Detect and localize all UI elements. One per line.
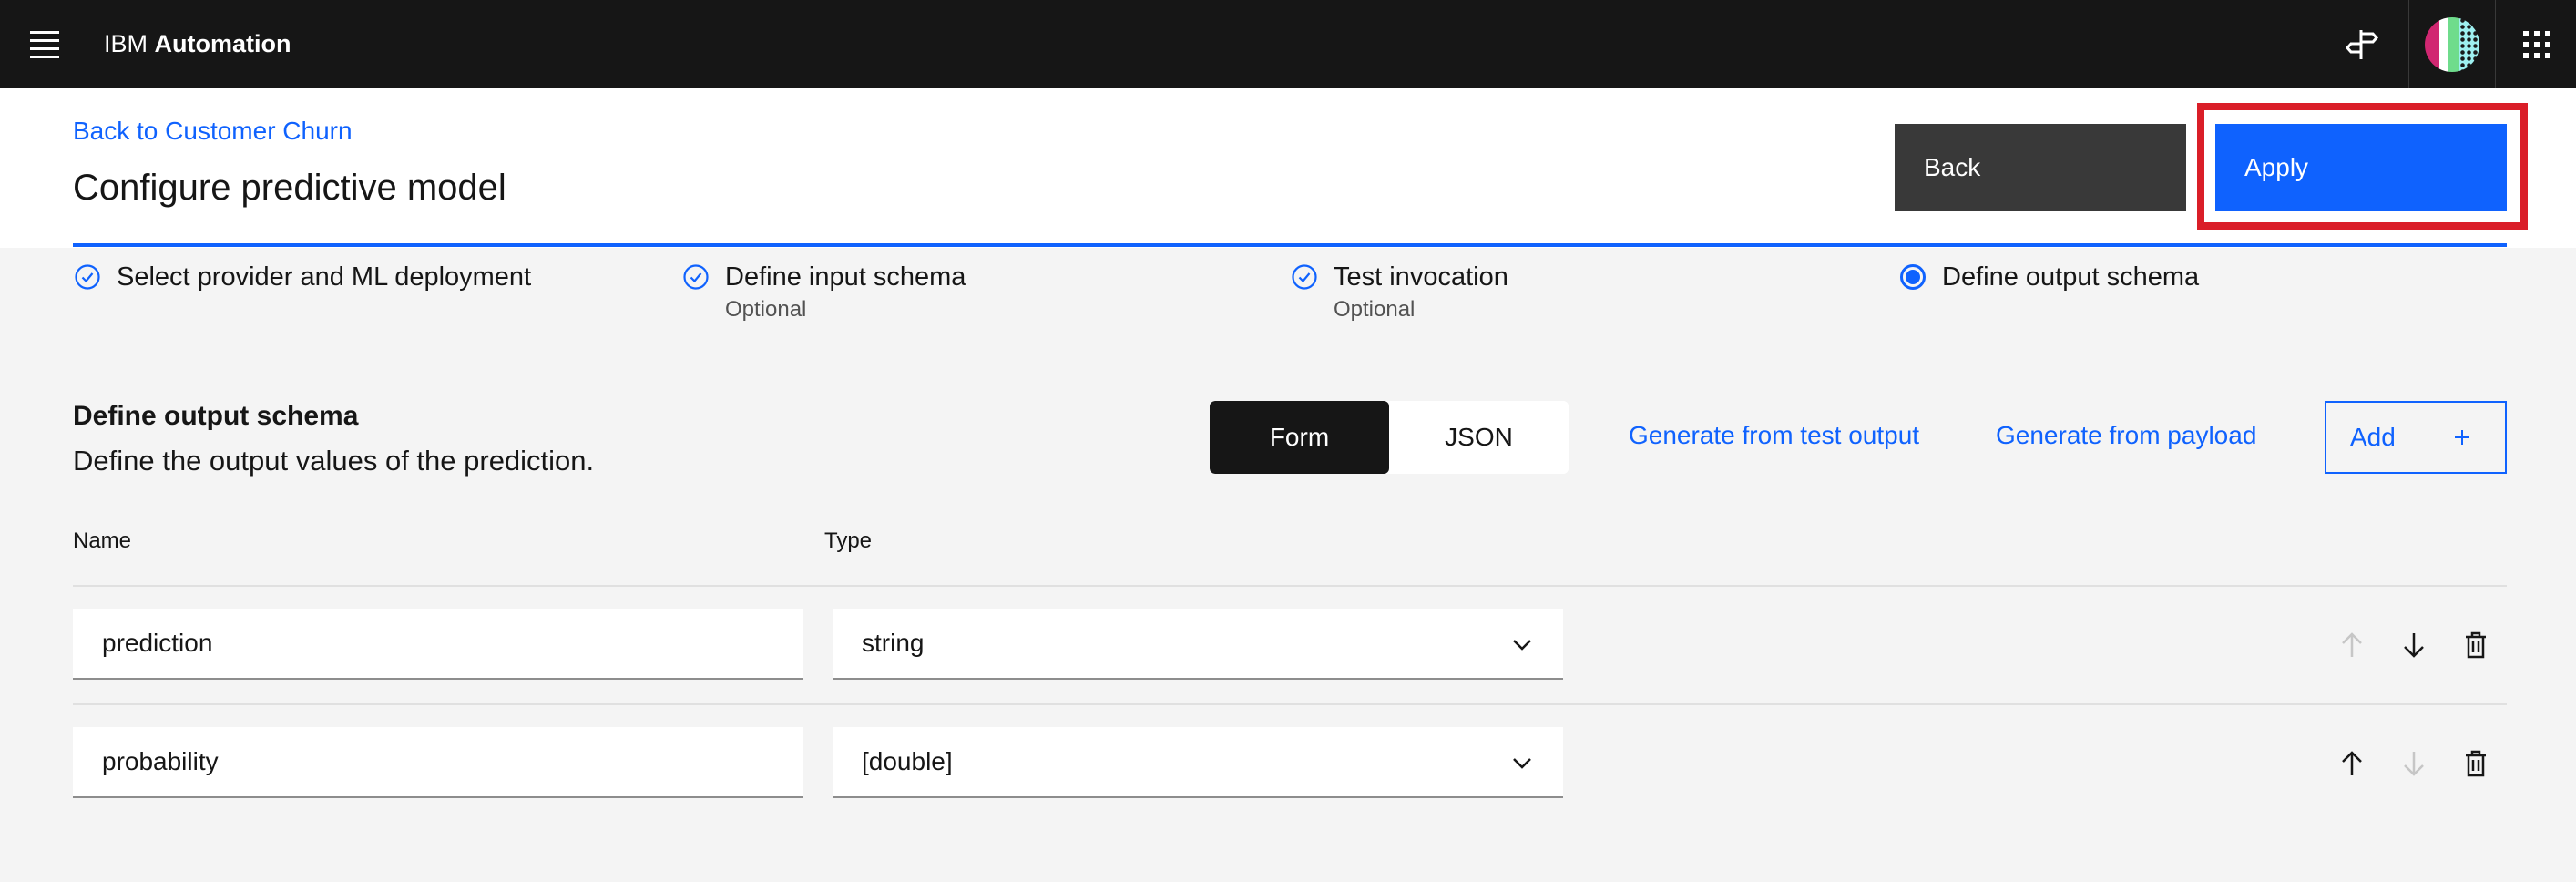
apply-button[interactable]: Apply <box>2215 124 2507 211</box>
checkmark-outline-icon <box>1290 262 1319 292</box>
avatar-icon <box>2425 16 2479 72</box>
section-description: Define the output values of the predicti… <box>73 445 595 477</box>
move-down-arrow-icon[interactable] <box>2396 745 2432 782</box>
row-divider <box>73 585 2507 587</box>
move-up-arrow-icon[interactable] <box>2334 745 2370 782</box>
name-input[interactable]: probability <box>73 727 803 798</box>
step-label: Select provider and ML deployment <box>117 262 532 292</box>
step-label: Define input schema <box>725 262 966 292</box>
back-to-customer-churn-link[interactable]: Back to Customer Churn <box>73 117 353 146</box>
type-select[interactable]: [double] <box>833 727 1563 798</box>
row-divider <box>73 703 2507 705</box>
move-up-arrow-icon[interactable] <box>2334 627 2370 663</box>
step-define-output-schema[interactable]: Define output schema <box>1898 261 2199 293</box>
column-header-type: Type <box>824 528 873 553</box>
form-toggle-option[interactable]: Form <box>1210 401 1389 474</box>
top-header: IBM Automation <box>0 0 2576 88</box>
progress-rule <box>73 243 2507 247</box>
checkmark-outline-icon <box>681 262 710 292</box>
step-optional-label: Optional <box>1334 297 1416 322</box>
step-define-input-schema[interactable]: Define input schema Optional <box>681 261 966 323</box>
column-header-name: Name <box>73 528 132 553</box>
add-button-label: Add <box>2350 423 2396 451</box>
step-test-invocation[interactable]: Test invocation Optional <box>1290 261 1508 323</box>
type-select-value: string <box>862 629 925 657</box>
signpost-icon[interactable] <box>2321 0 2403 88</box>
name-input[interactable]: prediction <box>73 609 803 680</box>
add-button[interactable]: Add <box>2325 401 2507 474</box>
current-step-icon <box>1898 262 1927 292</box>
chevron-down-icon <box>1512 629 1532 658</box>
type-select-value: [double] <box>862 747 953 775</box>
step-label: Test invocation <box>1334 262 1508 292</box>
chevron-down-icon <box>1512 747 1532 776</box>
checkmark-outline-icon <box>73 262 102 292</box>
hamburger-menu-icon[interactable] <box>16 16 73 73</box>
section-title: Define output schema <box>73 401 359 431</box>
brand-product: Automation <box>154 30 291 57</box>
step-optional-label: Optional <box>725 297 807 322</box>
brand-prefix: IBM <box>104 30 148 57</box>
step-select-provider[interactable]: Select provider and ML deployment <box>73 261 531 293</box>
move-down-arrow-icon[interactable] <box>2396 627 2432 663</box>
brand-name[interactable]: IBM Automation <box>104 0 291 88</box>
back-button[interactable]: Back <box>1895 124 2186 211</box>
generate-from-payload-link[interactable]: Generate from payload <box>1996 421 2256 450</box>
plus-icon <box>2454 423 2470 452</box>
generate-from-test-output-link[interactable]: Generate from test output <box>1629 421 1919 450</box>
step-label: Define output schema <box>1942 262 2200 292</box>
trash-icon[interactable] <box>2458 627 2494 663</box>
type-select[interactable]: string <box>833 609 1563 680</box>
form-json-toggle: Form JSON <box>1210 401 1569 474</box>
app-switcher-icon[interactable] <box>2496 0 2576 88</box>
user-avatar[interactable] <box>2408 0 2496 88</box>
page-title: Configure predictive model <box>73 168 506 208</box>
trash-icon[interactable] <box>2458 745 2494 782</box>
json-toggle-option[interactable]: JSON <box>1389 401 1569 474</box>
